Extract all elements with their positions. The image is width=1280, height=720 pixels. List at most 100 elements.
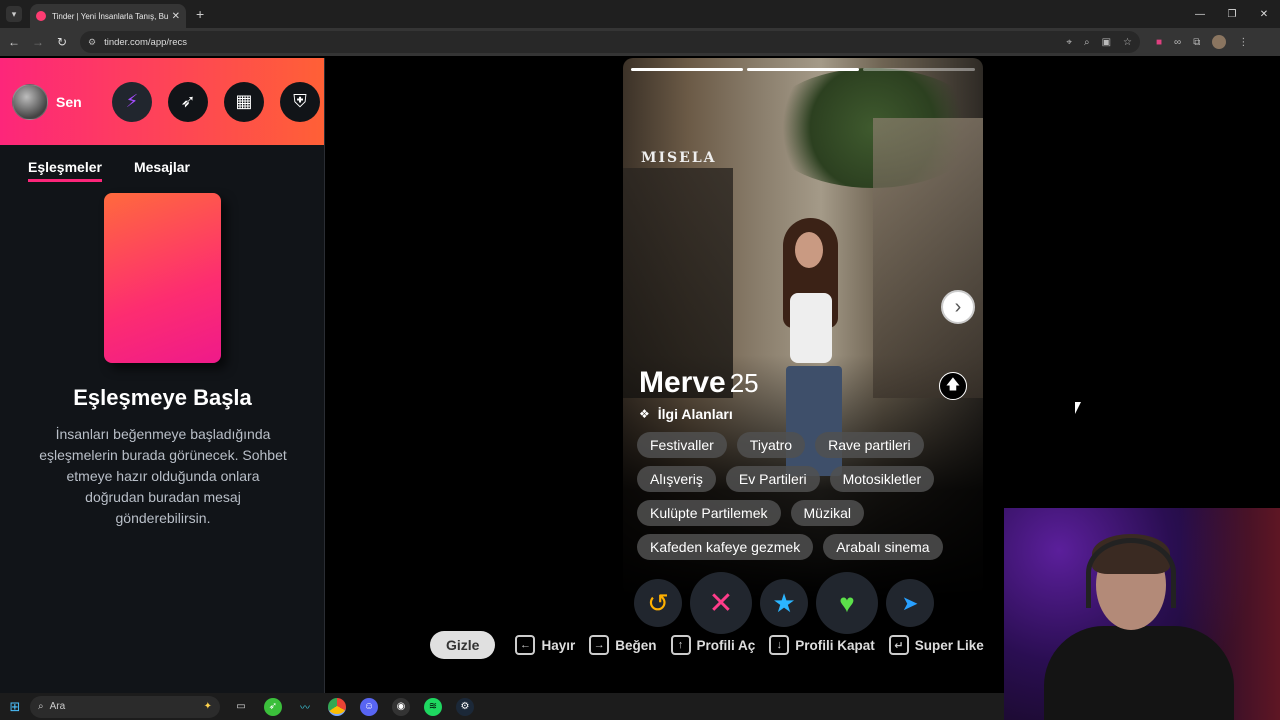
- empty-state-title: Eşleşmeye Başla: [73, 385, 252, 410]
- photo-progress: [631, 68, 975, 71]
- tab-matches[interactable]: Eşleşmeler: [28, 159, 102, 182]
- hide-hints-button[interactable]: Gizle: [430, 631, 496, 659]
- tab-messages[interactable]: Mesajlar: [134, 159, 190, 182]
- taskbar-search[interactable]: ⌕ Ara ✦: [30, 695, 220, 718]
- spotify-icon[interactable]: ≋: [424, 697, 442, 716]
- extensions-puzzle-icon[interactable]: ⧉: [1193, 37, 1200, 48]
- task-view-icon[interactable]: ▭: [232, 698, 250, 716]
- nope-button[interactable]: ✕: [690, 572, 752, 634]
- arrow-right-key-icon: →: [589, 635, 610, 655]
- photo-indicator[interactable]: [631, 68, 743, 71]
- enter-key-icon: ↵: [888, 635, 909, 655]
- photo-shop-sign: MISELA: [641, 150, 717, 166]
- boost-button[interactable]: ⚡: [112, 81, 152, 122]
- interests-label: İlgi Alanları: [657, 406, 733, 422]
- explore-button[interactable]: ➶: [168, 81, 208, 122]
- windows-start-icon[interactable]: ⊞: [0, 699, 30, 715]
- hint-nope: ← Hayır: [515, 635, 575, 655]
- arrow-left-key-icon: ←: [515, 635, 536, 655]
- profile-card[interactable]: MISELA › Merve 25 🡅 ❖ İlgi Alanları Festi…: [623, 58, 983, 598]
- address-bar[interactable]: ⚙ tinder.com/app/recs ⌖ ⌕ ▣ ☆: [80, 31, 1140, 53]
- avatar[interactable]: [12, 83, 48, 120]
- taskbar: ⊞ ⌕ Ara ✦ ▭ ➶ 〰 ☺ ◉ ≋ ⚙: [0, 693, 1004, 720]
- photo-indicator[interactable]: [747, 68, 859, 71]
- interest-chip: Rave partileri: [815, 432, 924, 458]
- sidebar: Sen ⚡ ➶ ▦ ⛨ Eşleşmeler Mesajlar Eşleşmey…: [0, 58, 325, 693]
- url-text[interactable]: tinder.com/app/recs: [104, 37, 1066, 48]
- interest-chip: Müzikal: [790, 500, 864, 526]
- tab-search-icon[interactable]: ▾: [6, 6, 22, 22]
- super-like-button[interactable]: ★: [760, 579, 808, 627]
- hint-open-profile-label: Profili Aç: [696, 637, 756, 653]
- interest-chip: Kafeden kafeye gezmek: [637, 534, 814, 560]
- interests-list: Festivaller Tiyatro Rave partileri Alışv…: [637, 432, 977, 560]
- hint-close-profile-label: Profili Kapat: [795, 637, 875, 653]
- user-name[interactable]: Sen: [56, 94, 96, 110]
- shield-icon: ⛨: [293, 91, 307, 111]
- open-profile-button[interactable]: 🡅: [939, 372, 967, 400]
- close-window-icon[interactable]: ✕: [1248, 0, 1280, 28]
- compass-icon: ➶: [180, 91, 196, 111]
- mouse-cursor-icon: [1075, 402, 1081, 414]
- profile-name: Merve: [639, 366, 726, 399]
- profile-age: 25: [729, 368, 759, 398]
- interest-chip: Festivaller: [637, 432, 727, 458]
- install-icon[interactable]: ▣: [1102, 37, 1111, 48]
- window-controls: — ❐ ✕: [1184, 0, 1280, 28]
- arrow-up-icon: 🡅: [945, 376, 961, 392]
- profile-avatar-icon[interactable]: [1212, 35, 1227, 49]
- steam-icon[interactable]: ⚙: [456, 697, 474, 716]
- match-placeholder-card: [104, 193, 221, 363]
- hint-super-like-label: Super Like: [914, 637, 984, 653]
- app-teal-icon[interactable]: 〰: [296, 698, 314, 716]
- screen-recorder-icon[interactable]: ◉: [392, 697, 410, 716]
- boost-send-button[interactable]: ➤: [886, 579, 934, 627]
- interest-chip: Tiyatro: [736, 432, 806, 458]
- chevron-right-icon: ›: [954, 295, 962, 318]
- restore-icon[interactable]: ❐: [1216, 0, 1248, 28]
- new-tab-icon[interactable]: +: [196, 6, 204, 22]
- star-icon: ★: [772, 587, 796, 618]
- arrow-down-key-icon: ↓: [769, 635, 790, 655]
- action-buttons: ↺ ✕ ★ ♥ ➤: [634, 572, 934, 634]
- heart-icon: ♥: [839, 587, 855, 618]
- search-icon: ⌕: [38, 701, 44, 712]
- extension-icon[interactable]: ■: [1156, 37, 1162, 48]
- discord-icon[interactable]: ☺: [360, 697, 378, 716]
- back-icon[interactable]: ←: [4, 35, 24, 49]
- site-info-icon[interactable]: ⚙: [88, 37, 96, 48]
- forward-icon[interactable]: →: [28, 35, 48, 49]
- like-button[interactable]: ♥: [816, 572, 878, 634]
- zoom-icon[interactable]: ⌕: [1084, 37, 1090, 48]
- app-green-icon[interactable]: ➶: [264, 697, 282, 716]
- tab-close-icon[interactable]: ✕: [172, 11, 180, 22]
- copilot-sparkle-icon[interactable]: ✦: [204, 701, 212, 712]
- vpn-icon[interactable]: ∞: [1174, 37, 1181, 48]
- work-button[interactable]: ▦: [224, 81, 264, 122]
- interests-icon: ❖: [639, 407, 650, 421]
- minimize-icon[interactable]: —: [1184, 0, 1216, 28]
- x-icon: ✕: [708, 586, 734, 620]
- taskbar-search-text[interactable]: Ara: [50, 701, 204, 712]
- hint-super-like: ↵ Super Like: [888, 635, 984, 655]
- paper-plane-icon: ➤: [901, 592, 919, 615]
- browser-tab[interactable]: Tinder | Yeni İnsanlarla Tanış, Bu ✕: [30, 4, 186, 28]
- safety-button[interactable]: ⛨: [280, 81, 320, 122]
- menu-dots-icon[interactable]: ⋮: [1238, 37, 1248, 48]
- reload-icon[interactable]: ↻: [52, 35, 72, 49]
- photo-building-right: [873, 118, 983, 398]
- photo-indicator[interactable]: [863, 68, 975, 71]
- photo-building-left: [623, 168, 733, 398]
- lightning-icon: ⚡: [125, 91, 139, 111]
- bookmark-star-icon[interactable]: ☆: [1123, 37, 1132, 48]
- tinder-favicon-icon: [36, 11, 46, 21]
- keyboard-hints: Gizle ← Hayır → Beğen ↑ Profili Aç ↓ Profili…: [430, 631, 984, 659]
- rewind-button[interactable]: ↺: [634, 579, 682, 627]
- rewind-icon: ↺: [647, 587, 669, 618]
- hint-open-profile: ↑ Profili Aç: [670, 635, 756, 655]
- location-icon[interactable]: ⌖: [1066, 37, 1072, 48]
- hint-close-profile: ↓ Profili Kapat: [769, 635, 875, 655]
- interest-chip: Motosikletler: [829, 466, 935, 492]
- chrome-icon[interactable]: [328, 697, 346, 716]
- next-photo-button[interactable]: ›: [941, 290, 975, 324]
